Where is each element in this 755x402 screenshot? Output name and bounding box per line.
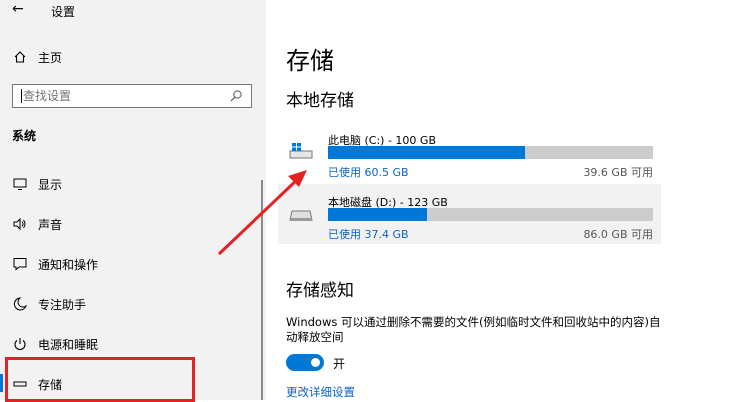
power-icon	[12, 336, 28, 352]
toggle-state-label: 开	[333, 357, 346, 371]
storage-sense-toggle[interactable]	[286, 354, 324, 371]
moon-icon	[12, 296, 28, 312]
monitor-icon	[12, 176, 28, 192]
sidebar-item-label: 主页	[38, 50, 63, 65]
sidebar-item-label: 电源和睡眠	[38, 337, 99, 352]
drive-d-item[interactable]: 本地磁盘 (D:) - 123 GB 已使用 37.4 GB 86.0 GB 可…	[278, 184, 661, 244]
storage-sense-heading: 存储感知	[286, 281, 354, 301]
speaker-icon	[12, 216, 28, 232]
app-title: 设置	[51, 5, 76, 19]
back-arrow-icon[interactable]: ←	[12, 1, 24, 17]
usage-bar	[328, 146, 653, 159]
notification-icon	[12, 256, 28, 272]
search-icon[interactable]	[227, 87, 245, 105]
drive-free: 39.6 GB 可用	[583, 166, 653, 179]
sidebar-scrollbar[interactable]	[261, 180, 263, 400]
windows-drive-icon	[288, 138, 314, 164]
sidebar-item-label: 专注助手	[38, 297, 87, 312]
sidebar-item-power-sleep[interactable]: 电源和睡眠	[12, 334, 98, 354]
sidebar-item-label: 声音	[38, 217, 63, 232]
drive-icon	[288, 200, 314, 226]
sidebar-item-label: 显示	[38, 177, 63, 192]
usage-bar-fill	[328, 146, 525, 159]
sidebar-item-sound[interactable]: 声音	[12, 214, 62, 234]
drive-used: 已使用 37.4 GB	[328, 228, 409, 241]
drive-free: 86.0 GB 可用	[583, 228, 653, 241]
sidebar-item-display[interactable]: 显示	[12, 174, 62, 194]
main-content: 存储 本地存储 此电脑 (C:) - 100 GB 已使用 60.5 GB 39…	[266, 0, 755, 400]
drive-used: 已使用 60.5 GB	[328, 166, 409, 179]
usage-bar-fill	[328, 208, 427, 221]
home-icon	[12, 49, 28, 65]
change-settings-link[interactable]: 更改详细设置	[286, 384, 355, 400]
drive-c-item[interactable]: 此电脑 (C:) - 100 GB 已使用 60.5 GB 39.6 GB 可用	[278, 122, 661, 182]
selection-indicator	[0, 374, 3, 392]
section-label: 系统	[12, 129, 37, 143]
page-title: 存储	[286, 47, 334, 75]
sidebar-item-focus-assist[interactable]: 专注助手	[12, 294, 86, 314]
toggle-knob	[311, 358, 320, 367]
sidebar: ← 设置 主页 查找设置 系统 显示 声音 通知和操作 专注助手 电源和睡眠 存…	[0, 0, 266, 402]
search-input[interactable]: 查找设置	[12, 84, 252, 108]
sidebar-item-home[interactable]: 主页	[12, 48, 62, 66]
local-storage-heading: 本地存储	[286, 91, 354, 111]
storage-sense-description: Windows 可以通过删除不需要的文件(例如临时文件和回收站中的内容)自动释放…	[286, 315, 661, 344]
search-placeholder: 查找设置	[21, 89, 227, 103]
usage-bar	[328, 208, 653, 221]
sidebar-item-label: 通知和操作	[38, 257, 99, 272]
sidebar-item-notifications[interactable]: 通知和操作	[12, 254, 98, 274]
annotation-highlight-box	[5, 357, 195, 402]
